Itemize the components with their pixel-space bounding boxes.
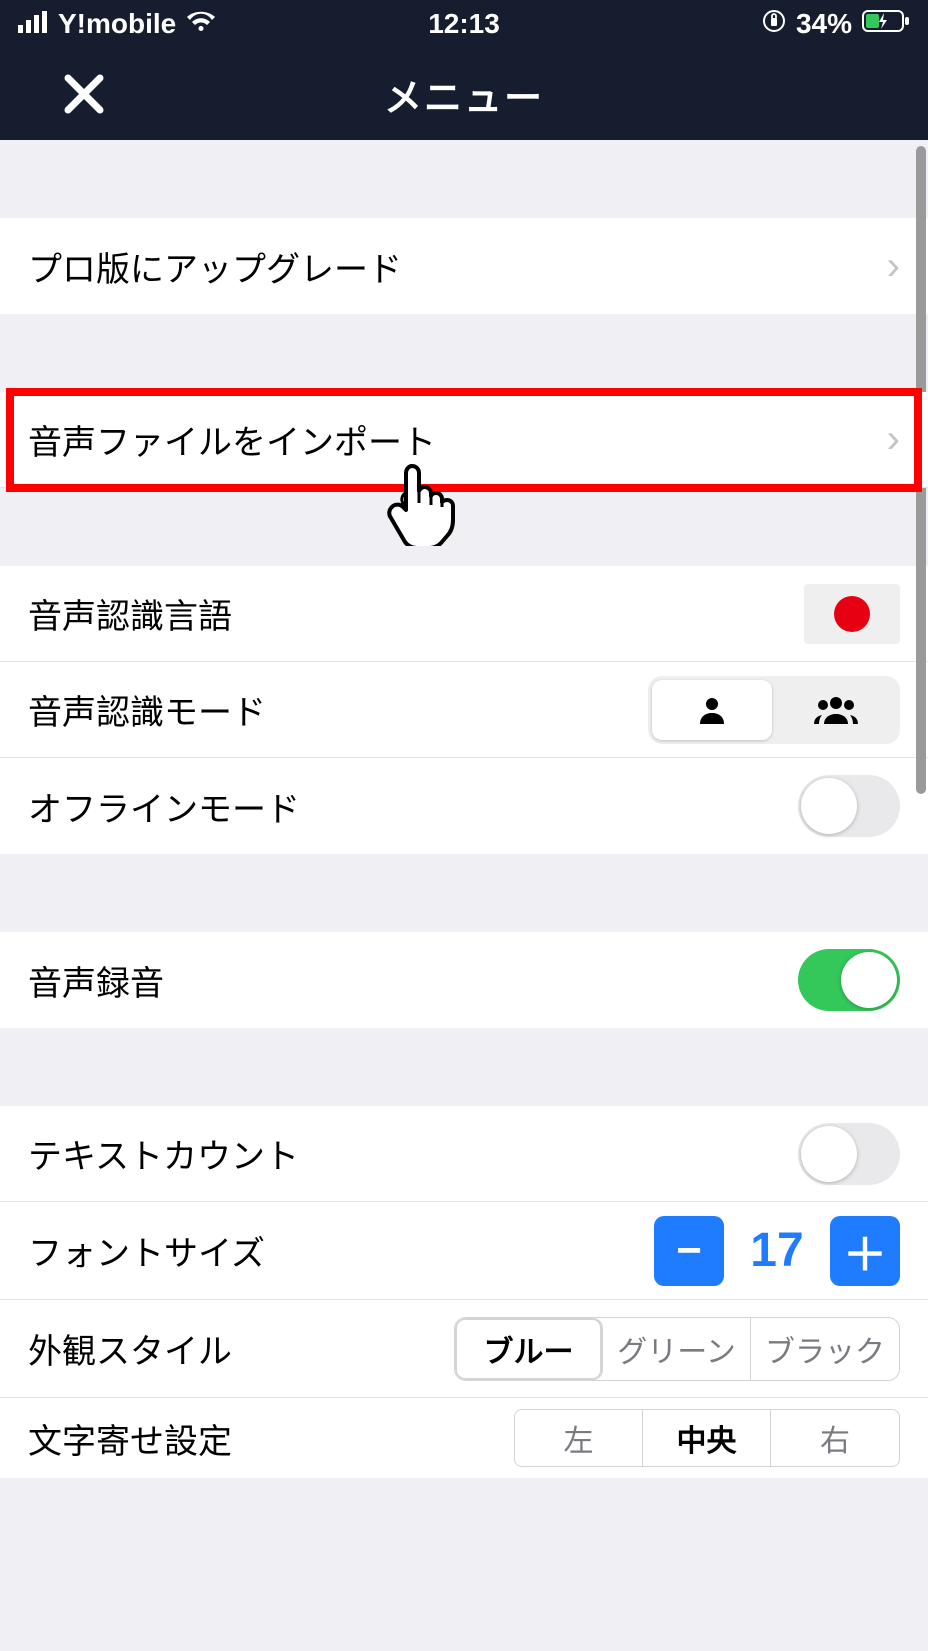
audio-recording-switch[interactable] <box>798 949 900 1011</box>
text-count-switch[interactable] <box>798 1123 900 1185</box>
recognition-mode-segmented[interactable] <box>648 676 900 744</box>
close-icon <box>60 70 108 118</box>
row-label: 音声認識言語 <box>28 589 804 638</box>
row-import-audio[interactable]: 音声ファイルをインポート › <box>0 392 928 488</box>
font-size-stepper: − 17 ＋ <box>654 1216 900 1286</box>
chevron-right-icon: › <box>887 244 900 289</box>
row-label: フォントサイズ <box>28 1226 654 1275</box>
appearance-style-segmented[interactable]: ブルー グリーン ブラック <box>454 1317 900 1381</box>
person-icon <box>696 694 728 726</box>
row-label: オフラインモード <box>28 782 798 831</box>
row-label: 音声ファイルをインポート <box>28 415 887 464</box>
wifi-icon <box>186 8 216 40</box>
row-label: プロ版にアップグレード <box>28 242 887 291</box>
text-alignment-segmented[interactable]: 左 中央 右 <box>514 1409 900 1467</box>
row-audio-recording: 音声録音 <box>0 932 928 1028</box>
offline-mode-switch[interactable] <box>798 775 900 837</box>
row-offline-mode: オフラインモード <box>0 758 928 854</box>
style-option-green[interactable]: グリーン <box>603 1318 751 1380</box>
row-label: テキストカウント <box>28 1129 798 1178</box>
row-label: 文字寄せ設定 <box>28 1414 514 1463</box>
row-recognition-language[interactable]: 音声認識言語 <box>0 566 928 662</box>
row-recognition-mode: 音声認識モード <box>0 662 928 758</box>
row-font-size: フォントサイズ − 17 ＋ <box>0 1202 928 1300</box>
carrier-label: Y!mobile <box>58 8 176 40</box>
style-option-black[interactable]: ブラック <box>751 1318 899 1380</box>
font-size-value: 17 <box>742 1223 812 1278</box>
flag-japan-icon <box>804 584 900 644</box>
chevron-right-icon: › <box>887 417 900 462</box>
battery-icon <box>862 8 910 40</box>
mode-group[interactable] <box>776 680 896 740</box>
mode-single[interactable] <box>652 680 772 740</box>
people-icon <box>814 694 858 726</box>
row-text-count: テキストカウント <box>0 1106 928 1202</box>
align-option-left[interactable]: 左 <box>515 1410 643 1466</box>
font-size-minus-button[interactable]: − <box>654 1216 724 1286</box>
row-label: 音声録音 <box>28 956 798 1005</box>
close-button[interactable] <box>60 70 108 118</box>
nav-header: メニュー <box>0 48 928 140</box>
row-label: 音声認識モード <box>28 685 648 734</box>
align-option-right[interactable]: 右 <box>771 1410 899 1466</box>
battery-percent: 34% <box>796 8 852 40</box>
signal-icon <box>18 8 48 40</box>
settings-list: プロ版にアップグレード › 音声ファイルをインポート › 音声認識言語 <box>0 140 928 1478</box>
align-option-center[interactable]: 中央 <box>643 1410 771 1466</box>
row-upgrade-pro[interactable]: プロ版にアップグレード › <box>0 218 928 314</box>
row-label: 外観スタイル <box>28 1324 454 1373</box>
row-text-alignment: 文字寄せ設定 左 中央 右 <box>0 1398 928 1478</box>
status-bar: Y!mobile 12:13 34% <box>0 0 928 48</box>
font-size-plus-button[interactable]: ＋ <box>830 1216 900 1286</box>
style-option-blue[interactable]: ブルー <box>455 1318 603 1380</box>
row-appearance-style: 外観スタイル ブルー グリーン ブラック <box>0 1300 928 1398</box>
rotation-lock-icon <box>762 8 786 40</box>
page-title: メニュー <box>384 67 544 122</box>
